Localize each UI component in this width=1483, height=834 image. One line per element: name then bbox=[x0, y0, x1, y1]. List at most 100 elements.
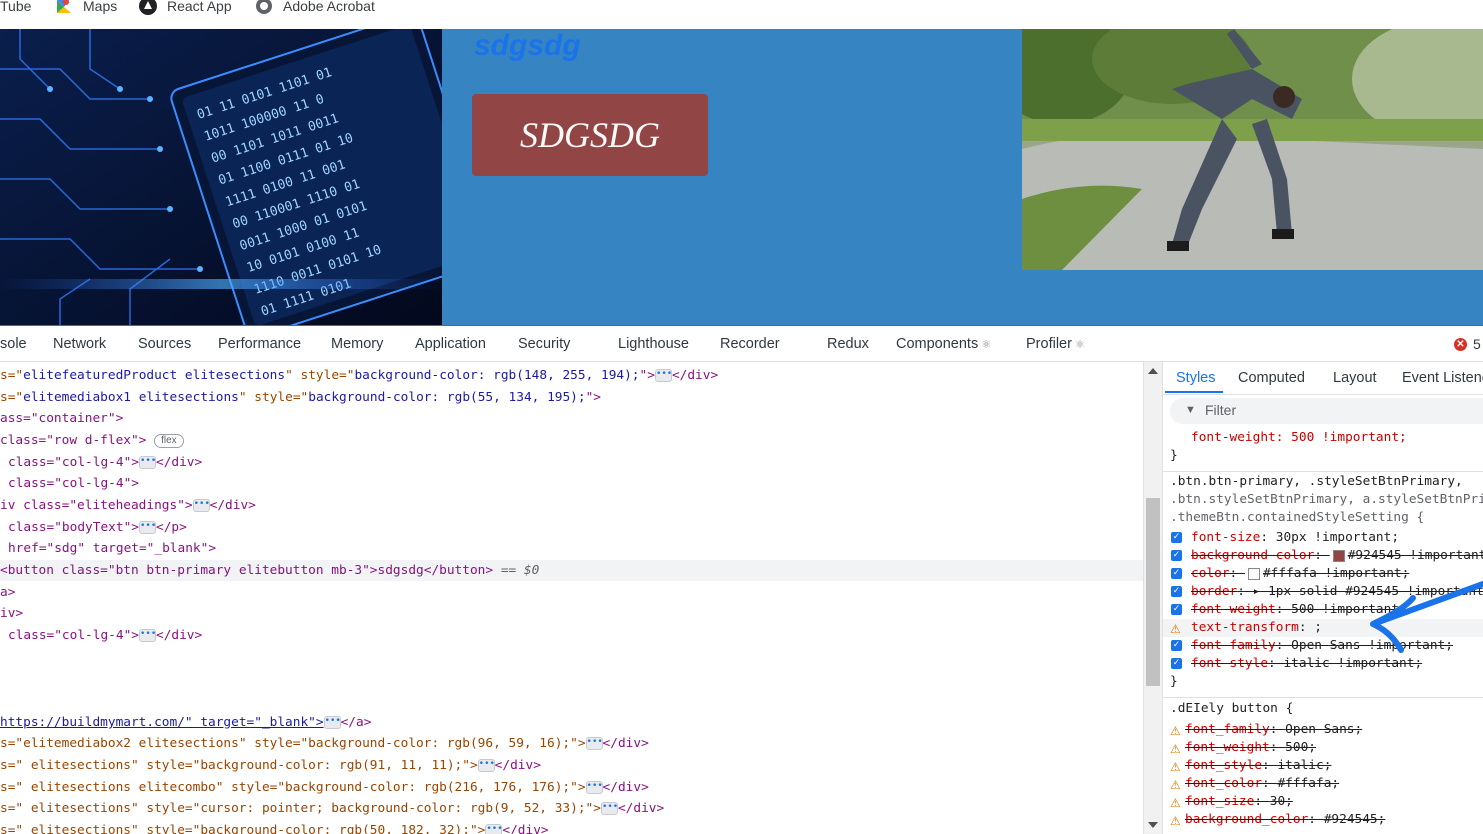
expand-arrow-icon[interactable]: ▸ bbox=[1253, 584, 1261, 599]
dom-node[interactable]: iv> bbox=[0, 603, 23, 624]
color-swatch[interactable] bbox=[1332, 549, 1345, 562]
dom-node[interactable]: a> bbox=[0, 582, 15, 603]
dom-node[interactable]: s="elitemediabox2 elitesections" style="… bbox=[0, 733, 649, 754]
scroll-up-icon[interactable] bbox=[1148, 368, 1158, 374]
scroll-down-icon[interactable] bbox=[1148, 822, 1158, 828]
bookmark-label: Maps bbox=[83, 0, 118, 14]
css-selector[interactable]: .btn.styleSetBtnPrimary, a.styleSetBtnPr… bbox=[1170, 491, 1483, 509]
ellipsis-icon[interactable]: ••• bbox=[485, 824, 503, 834]
dom-node[interactable]: class="col-lg-4">•••</div> bbox=[8, 625, 202, 646]
css-declaration[interactable]: ✓ color: #fffafa !important; bbox=[1163, 565, 1409, 583]
dom-node[interactable]: s="elitefeaturedProduct elitesections" s… bbox=[0, 365, 718, 386]
dom-node[interactable]: s=" elitesections" style="background-col… bbox=[0, 820, 549, 834]
dom-node[interactable]: class="col-lg-4">•••</div> bbox=[8, 452, 202, 473]
css-selector[interactable]: .themeBtn.containedStyleSetting { bbox=[1170, 509, 1424, 527]
dom-node[interactable]: s=" elitesections elitecombo" style="bac… bbox=[0, 777, 649, 798]
selector-text: .btn.btn-primary, .styleSetBtnPrimary, bbox=[1170, 474, 1463, 489]
ellipsis-icon[interactable]: ••• bbox=[477, 759, 495, 772]
tab-sources[interactable]: Sources bbox=[138, 336, 191, 352]
dom-node[interactable]: ass="container"> bbox=[0, 408, 123, 429]
css-declaration[interactable]: ✓ font-style: italic !important; bbox=[1163, 655, 1422, 673]
css-prop: font-size bbox=[1191, 530, 1261, 545]
css-declaration-warning[interactable]: ⚠ font_size: 30; bbox=[1163, 793, 1293, 811]
css-declaration[interactable]: ✓ font-weight: 500 !important; bbox=[1163, 601, 1407, 619]
dom-text: <button class="btn btn-primary elitebutt… bbox=[0, 563, 494, 578]
bookmark-react-app[interactable]: React App bbox=[139, 0, 232, 16]
ellipsis-icon[interactable]: ••• bbox=[323, 716, 341, 729]
css-declaration[interactable]: ✓ background-color: #924545 !important; bbox=[1163, 547, 1483, 565]
css-declaration[interactable]: ✓ font-size: 30px !important; bbox=[1163, 529, 1399, 547]
dom-node[interactable]: s=" elitesections" style="background-col… bbox=[0, 755, 541, 776]
css-selector[interactable]: .btn.btn-primary, .styleSetBtnPrimary, bbox=[1170, 473, 1463, 491]
tab-layout[interactable]: Layout bbox=[1333, 370, 1377, 386]
tab-performance[interactable]: Performance bbox=[218, 336, 301, 352]
dom-node[interactable]: iv class="eliteheadings">•••</div> bbox=[0, 495, 256, 516]
checkbox-icon[interactable]: ✓ bbox=[1171, 568, 1182, 579]
dom-close-tag: </a> bbox=[340, 715, 372, 730]
css-declaration-warning[interactable]: ⚠ font_style: italic; bbox=[1163, 757, 1331, 775]
tab-recorder[interactable]: Recorder bbox=[720, 336, 780, 352]
tab-memory[interactable]: Memory bbox=[331, 336, 383, 352]
tab-components[interactable]: Components ⚛ bbox=[896, 336, 991, 352]
ellipsis-icon[interactable]: ••• bbox=[138, 629, 156, 642]
css-declaration-warning[interactable]: ⚠ font_weight: 500; bbox=[1163, 739, 1316, 757]
color-swatch[interactable] bbox=[1247, 567, 1260, 580]
css-selector[interactable]: .dEIely button { bbox=[1170, 700, 1293, 718]
tab-network[interactable]: Network bbox=[53, 336, 106, 352]
css-declaration[interactable]: ✓ border: ▸ 1px solid #924545 !important… bbox=[1163, 583, 1483, 601]
ellipsis-icon[interactable]: ••• bbox=[600, 802, 618, 815]
checkbox-icon[interactable]: ✓ bbox=[1171, 586, 1182, 597]
ellipsis-icon[interactable]: ••• bbox=[585, 737, 603, 750]
checkbox-icon[interactable]: ✓ bbox=[1171, 550, 1182, 561]
error-counter[interactable]: ✕ 5 bbox=[1454, 336, 1481, 352]
css-declaration-warning[interactable]: ⚠ font_family: Open Sans; bbox=[1163, 721, 1362, 739]
css-declaration[interactable]: ✓ font-family: Open Sans !important; bbox=[1163, 637, 1453, 655]
checkbox-icon[interactable]: ✓ bbox=[1171, 658, 1182, 669]
ellipsis-icon[interactable]: ••• bbox=[138, 521, 156, 534]
css-declaration-warning[interactable]: ⚠ font_color: #fffafa; bbox=[1163, 775, 1339, 793]
tab-profiler[interactable]: Profiler ⚛ bbox=[1026, 336, 1085, 352]
ellipsis-icon[interactable]: ••• bbox=[585, 781, 603, 794]
dom-close-tag: </div> bbox=[671, 368, 719, 383]
dom-node[interactable]: class="row d-flex"> flex bbox=[0, 430, 184, 451]
flex-badge[interactable]: flex bbox=[154, 433, 184, 448]
bookmark-adobe-acrobat[interactable]: Adobe Acrobat bbox=[255, 0, 375, 16]
tab-lighthouse[interactable]: Lighthouse bbox=[618, 336, 689, 352]
tab-styles[interactable]: Styles bbox=[1176, 370, 1216, 386]
checkbox-icon[interactable]: ✓ bbox=[1171, 640, 1182, 651]
dom-node[interactable]: s=" elitesections" style="cursor: pointe… bbox=[0, 798, 664, 819]
dom-text: s=" bbox=[0, 390, 24, 405]
dom-node[interactable]: class="col-lg-4"> bbox=[8, 473, 139, 494]
tab-redux[interactable]: Redux bbox=[827, 336, 869, 352]
ellipsis-icon[interactable]: ••• bbox=[192, 499, 210, 512]
dom-link[interactable]: https://buildmymart.com/" target="_blank… bbox=[0, 715, 324, 730]
tab-security[interactable]: Security bbox=[518, 336, 570, 352]
ellipsis-icon[interactable]: ••• bbox=[138, 456, 156, 469]
bookmark-youtube[interactable]: Tube bbox=[0, 0, 31, 16]
dom-node[interactable]: s="elitemediabox1 elitesections" style="… bbox=[0, 387, 601, 408]
dom-node[interactable]: class="bodyText">•••</p> bbox=[8, 517, 187, 538]
tab-event-listeners[interactable]: Event Listeners bbox=[1402, 370, 1483, 386]
css-prop: font-style bbox=[1191, 656, 1269, 671]
dom-node-selected[interactable]: <button class="btn btn-primary elitebutt… bbox=[0, 560, 1143, 581]
ellipsis-icon[interactable]: ••• bbox=[654, 369, 672, 382]
scroll-thumb[interactable] bbox=[1146, 498, 1160, 686]
dom-text: s=" elitesections" style="background-col… bbox=[0, 823, 486, 834]
styles-filter[interactable]: ▼ Filter bbox=[1170, 398, 1483, 424]
bookmark-maps[interactable]: Maps bbox=[55, 0, 117, 16]
tab-computed[interactable]: Computed bbox=[1238, 370, 1305, 386]
dom-node[interactable]: https://buildmymart.com/" target="_blank… bbox=[0, 712, 371, 733]
css-declaration-warning[interactable]: ⚠ text-transform: ; bbox=[1163, 619, 1483, 637]
elements-scrollbar[interactable] bbox=[1143, 362, 1163, 834]
checkbox-icon[interactable]: ✓ bbox=[1171, 604, 1182, 615]
css-value: #924545 !important; bbox=[1347, 548, 1483, 563]
checkbox-icon[interactable]: ✓ bbox=[1171, 532, 1182, 543]
dom-text: href="sdg" target="_blank"> bbox=[8, 541, 217, 556]
tab-console[interactable]: sole bbox=[0, 336, 27, 352]
tab-application[interactable]: Application bbox=[415, 336, 486, 352]
css-declaration[interactable]: font-weight: 500 !important; bbox=[1191, 429, 1407, 447]
dom-node[interactable]: href="sdg" target="_blank"> bbox=[8, 538, 216, 559]
css-prop: font-weight bbox=[1191, 602, 1276, 617]
elite-button[interactable]: SDGSDG bbox=[472, 94, 708, 176]
css-declaration-warning[interactable]: ⚠ background_color: #924545; bbox=[1163, 811, 1385, 829]
